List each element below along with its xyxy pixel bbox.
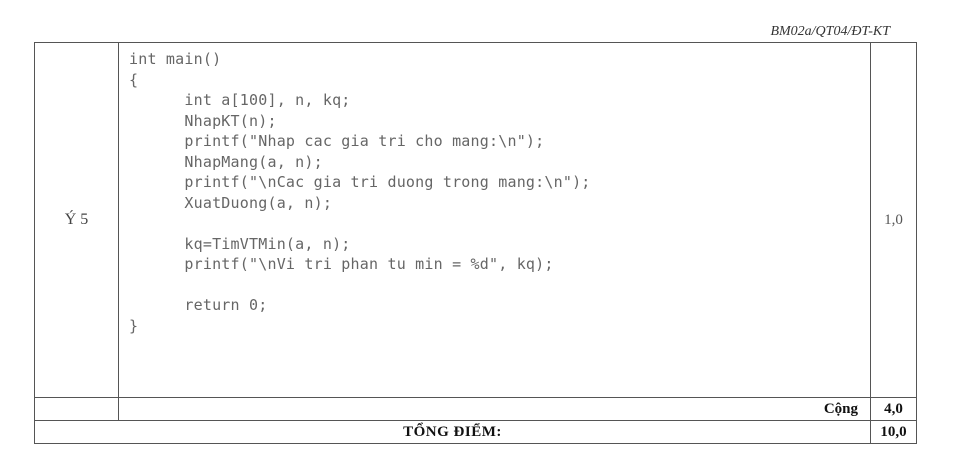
subtotal-blank-cell [34, 397, 119, 421]
subtotal-value: 4,0 [870, 397, 917, 421]
answer-key-table: Ý 5 int main() { int a[100], n, kq; NhapK… [34, 42, 917, 444]
question-row: Ý 5 int main() { int a[100], n, kq; NhapK… [34, 42, 917, 398]
code-block: int main() { int a[100], n, kq; NhapKT(n)… [119, 43, 870, 336]
code-line: printf("Nhap cac gia tri cho mang:\n"); [129, 132, 545, 150]
code-line: int main() [129, 50, 222, 68]
grand-total-label: TỔNG ĐIỂM: [34, 420, 871, 444]
subtotal-row: Cộng 4,0 [34, 397, 917, 421]
code-line: int a[100], n, kq; [129, 91, 351, 109]
subtotal-label: Cộng [118, 397, 871, 421]
code-line: { [129, 70, 139, 89]
code-line: XuatDuong(a, n); [129, 193, 333, 212]
grand-total-value: 10,0 [870, 420, 917, 444]
code-line: } [129, 316, 139, 335]
question-label: Ý 5 [34, 42, 119, 398]
question-score: 1,0 [870, 42, 917, 398]
code-line: printf("\nCac gia tri duong trong mang:\… [129, 173, 591, 191]
code-line: kq=TimVTMin(a, n); [129, 234, 351, 253]
code-line: NhapKT(n); [129, 111, 277, 130]
code-line: printf("\nVi tri phan tu min = %d", kq); [129, 255, 554, 273]
form-code-header: BM02a/QT04/ĐT-KT [770, 24, 890, 39]
grand-total-row: TỔNG ĐIỂM: 10,0 [34, 420, 917, 444]
code-cell: int main() { int a[100], n, kq; NhapKT(n)… [118, 42, 871, 398]
code-line: NhapMang(a, n); [129, 152, 323, 171]
code-line: return 0; [129, 296, 268, 314]
